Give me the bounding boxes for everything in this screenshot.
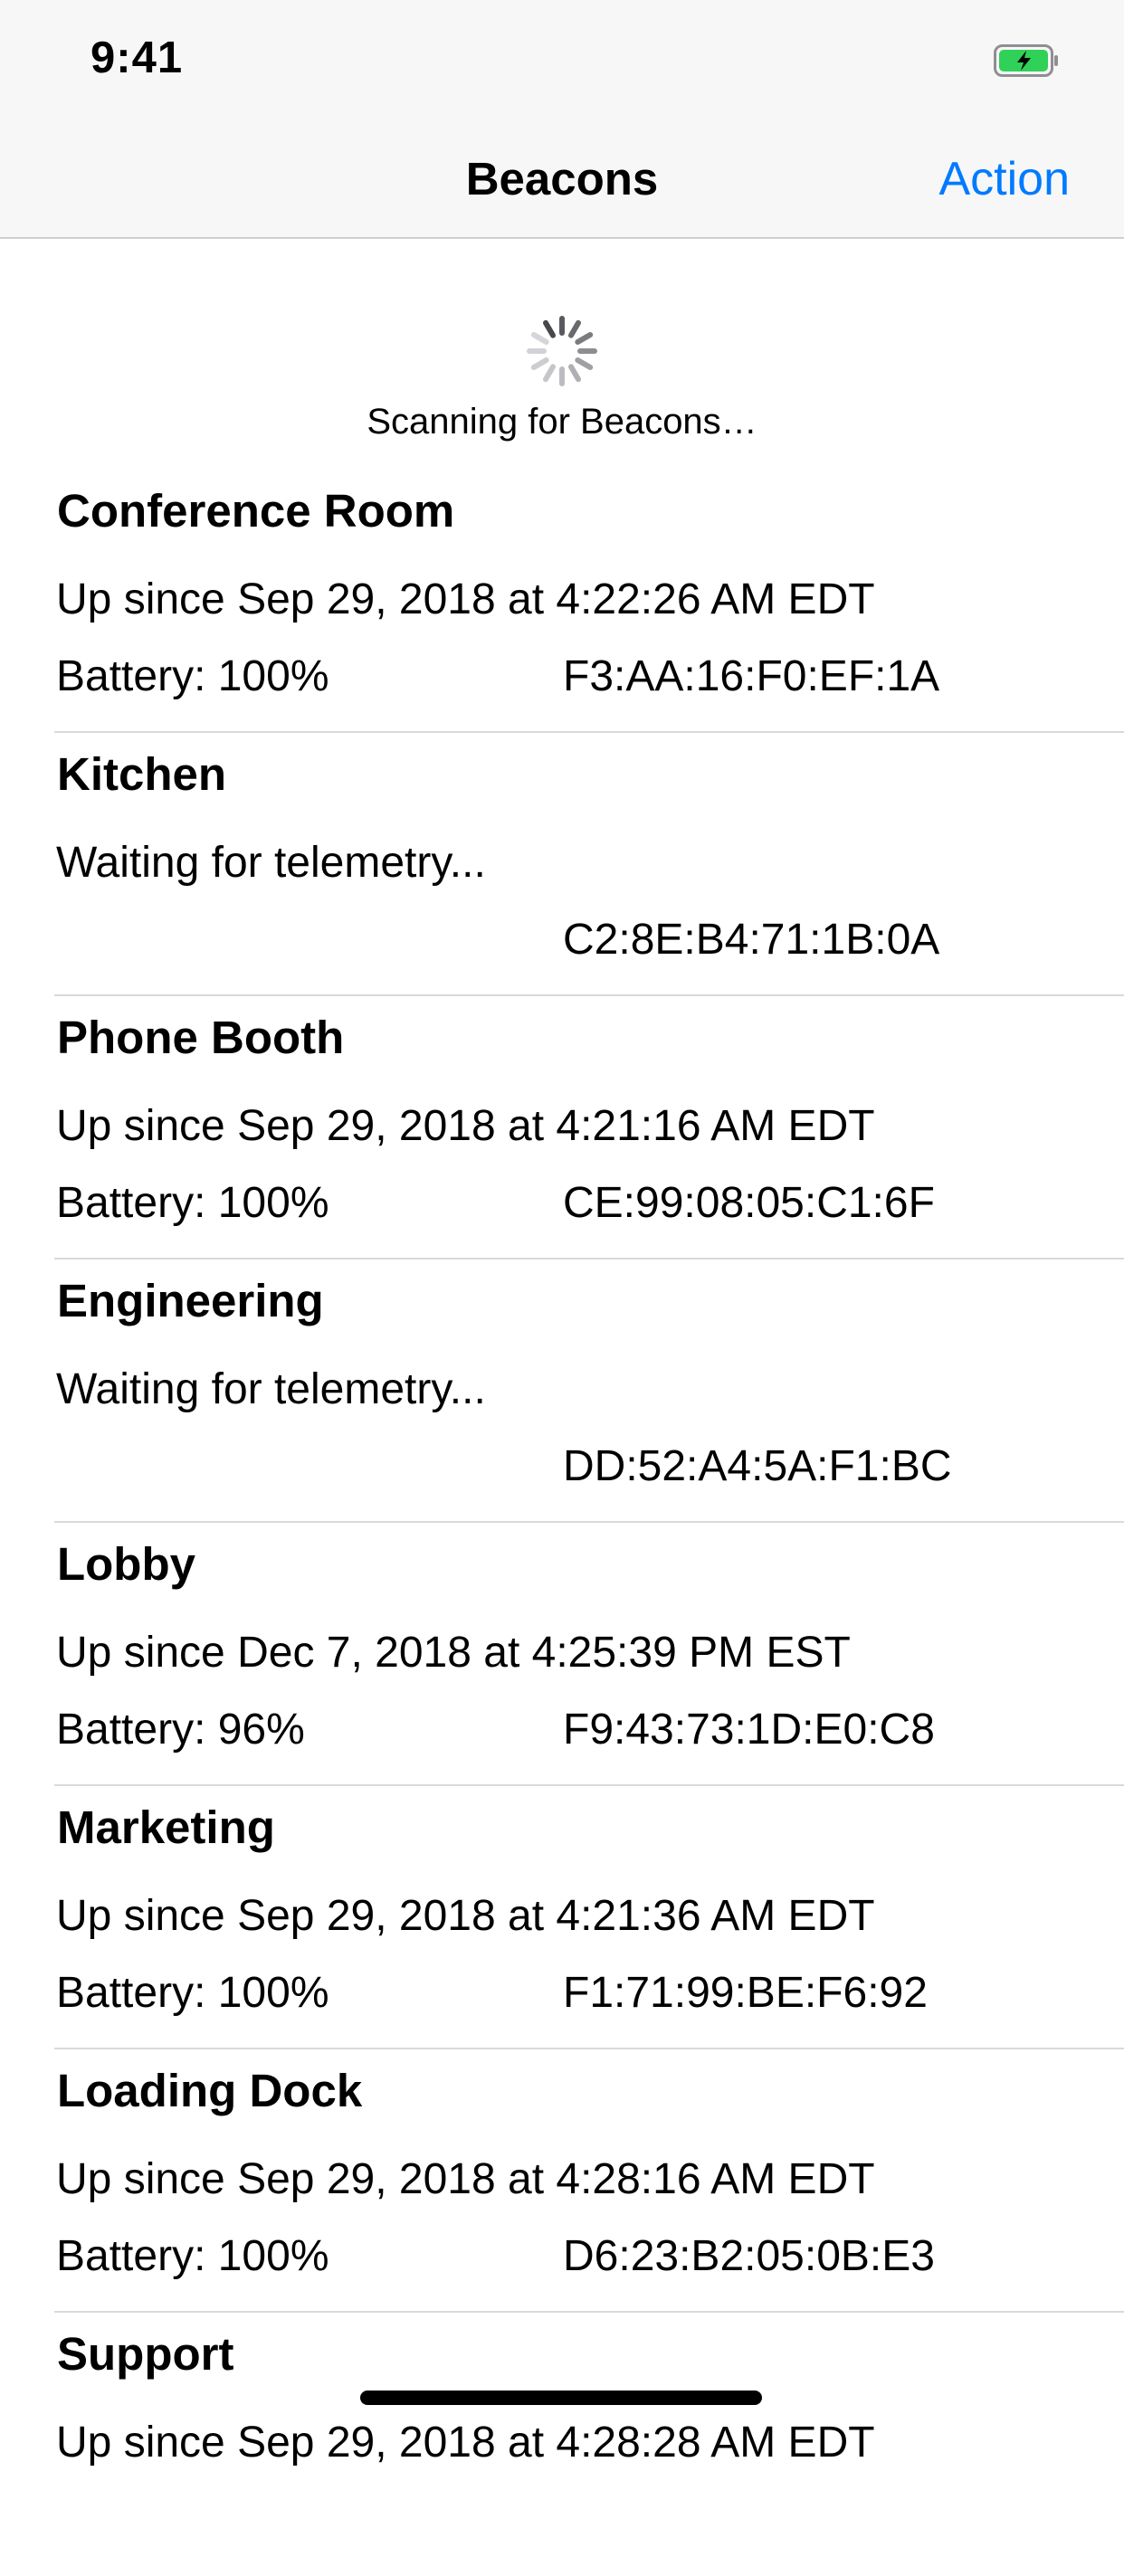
beacon-list: Conference Room Up since Sep 29, 2018 at… (0, 470, 1124, 2576)
status-bar: 9:41 (0, 0, 1124, 119)
beacon-status: Up since Sep 29, 2018 at 4:21:36 AM EDT (56, 1892, 875, 1940)
beacon-row[interactable]: Conference Room Up since Sep 29, 2018 at… (54, 470, 1124, 733)
beacon-name: Lobby (57, 1538, 195, 1590)
navigation-bar: Beacons Action (0, 119, 1124, 239)
beacon-row[interactable]: Phone Booth Up since Sep 29, 2018 at 4:2… (54, 996, 1124, 1259)
beacon-row[interactable]: Engineering Waiting for telemetry... DD:… (54, 1259, 1124, 1523)
home-indicator[interactable] (360, 2391, 762, 2405)
beacon-status: Up since Sep 29, 2018 at 4:28:16 AM EDT (56, 2155, 875, 2203)
beacon-status: Up since Sep 29, 2018 at 4:21:16 AM EDT (56, 1102, 875, 1150)
beacon-mac-address: F1:71:99:BE:F6:92 (563, 1969, 928, 2017)
battery-charging-icon (994, 44, 1059, 77)
beacon-row[interactable]: Kitchen Waiting for telemetry... C2:8E:B… (54, 733, 1124, 996)
beacon-status: Waiting for telemetry... (56, 1365, 486, 1413)
beacon-name: Support (57, 2328, 234, 2380)
scanning-indicator: Scanning for Beacons… (0, 239, 1124, 461)
beacon-name: Kitchen (57, 748, 227, 800)
beacon-name: Conference Room (57, 485, 455, 537)
beacon-status: Up since Sep 29, 2018 at 4:22:26 AM EDT (56, 575, 875, 623)
beacon-battery: Battery: 100% (56, 652, 329, 700)
beacon-name: Marketing (57, 1801, 275, 1853)
beacon-row[interactable]: Marketing Up since Sep 29, 2018 at 4:21:… (54, 1786, 1124, 2049)
beacon-row[interactable]: Loading Dock Up since Sep 29, 2018 at 4:… (54, 2049, 1124, 2313)
beacon-mac-address: DD:52:A4:5A:F1:BC (563, 1442, 952, 1490)
beacon-name: Phone Booth (57, 1012, 345, 1063)
beacon-mac-address: D6:23:B2:05:0B:E3 (563, 2232, 935, 2280)
beacon-status: Up since Dec 7, 2018 at 4:25:39 PM EST (56, 1629, 851, 1677)
beacon-row[interactable]: Lobby Up since Dec 7, 2018 at 4:25:39 PM… (54, 1523, 1124, 1786)
action-button[interactable]: Action (938, 152, 1070, 206)
beacon-status: Waiting for telemetry... (56, 839, 486, 887)
beacon-battery: Battery: 100% (56, 1179, 329, 1227)
beacon-battery: Battery: 100% (56, 1969, 329, 2017)
beacon-status: Up since Sep 29, 2018 at 4:28:28 AM EDT (56, 2419, 875, 2467)
scanning-label: Scanning for Beacons… (367, 402, 757, 442)
beacon-mac-address: F3:AA:16:F0:EF:1A (563, 652, 940, 700)
beacon-mac-address: CE:99:08:05:C1:6F (563, 1179, 935, 1227)
beacon-mac-address: C2:8E:B4:71:1B:0A (563, 916, 940, 964)
beacon-row[interactable]: Support Up since Sep 29, 2018 at 4:28:28… (54, 2313, 1124, 2576)
status-time: 9:41 (90, 33, 184, 82)
beacon-name: Engineering (57, 1275, 324, 1326)
beacon-name: Loading Dock (57, 2065, 363, 2116)
beacon-mac-address: F9:43:73:1D:E0:C8 (563, 1706, 935, 1754)
beacon-battery: Battery: 100% (56, 2232, 329, 2280)
beacon-battery: Battery: 96% (56, 1706, 305, 1754)
activity-spinner-icon (524, 313, 600, 389)
